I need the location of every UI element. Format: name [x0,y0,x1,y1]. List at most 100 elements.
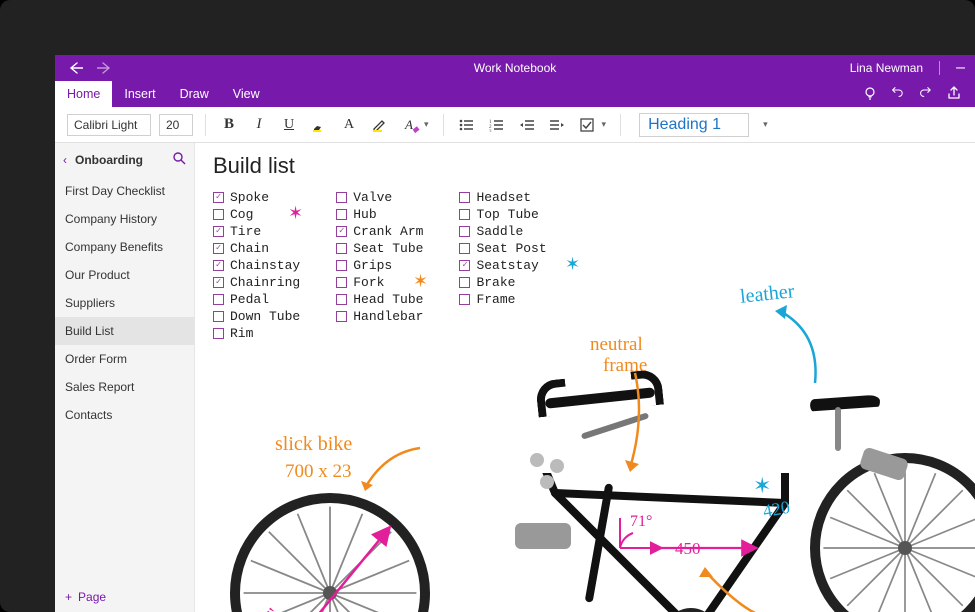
italic-button[interactable]: I [248,114,270,136]
checklist-item[interactable]: Chainstay [213,257,300,274]
add-page-button[interactable]: + Page [55,582,194,612]
checkbox-icon[interactable] [213,209,224,220]
checklist-label: Headset [476,190,531,205]
sidebar-page[interactable]: Suppliers [55,289,194,317]
checkbox-icon[interactable] [336,209,347,220]
checklist-item[interactable]: Pedal [213,291,300,308]
checklist-item[interactable]: Spoke [213,189,300,206]
title-bar: Work Notebook Lina Newman – [55,55,975,81]
sidebar-page[interactable]: Sales Report [55,373,194,401]
checklist-item[interactable]: Hub [336,206,423,223]
checkbox-icon[interactable] [459,226,470,237]
checkbox-icon[interactable] [336,226,347,237]
checklist-item[interactable]: Seatstay [459,257,546,274]
tab-view[interactable]: View [221,81,272,107]
checkbox-icon[interactable] [459,260,470,271]
checklist-item[interactable]: Frame [459,291,546,308]
outdent-button[interactable] [516,114,538,136]
checkbox-icon[interactable] [336,260,347,271]
chevron-down-icon[interactable]: ▾ [602,119,607,130]
checkbox-icon[interactable] [213,328,224,339]
undo-icon[interactable] [891,86,905,103]
checklist-item[interactable]: Fork [336,274,423,291]
add-page-label: Page [78,590,106,604]
checkbox-icon[interactable] [213,192,224,203]
checklist-item[interactable]: Headset [459,189,546,206]
checkbox-icon[interactable] [336,192,347,203]
checkbox-icon[interactable] [213,311,224,322]
sidebar-page[interactable]: Company Benefits [55,233,194,261]
checklist-item[interactable]: Chain [213,240,300,257]
tab-home[interactable]: Home [55,81,112,107]
tab-draw[interactable]: Draw [168,81,221,107]
font-color-button[interactable]: A [338,114,360,136]
font-size-input[interactable]: 20 [159,114,193,136]
checkbox-icon[interactable] [336,294,347,305]
section-back-icon[interactable]: ‹ [63,153,67,167]
style-picker[interactable]: Heading 1 [639,113,749,137]
checkbox-icon[interactable] [336,277,347,288]
tab-insert[interactable]: Insert [112,81,167,107]
page-title[interactable]: Build list [213,153,295,179]
indent-button[interactable] [546,114,568,136]
checklist-item[interactable]: Top Tube [459,206,546,223]
sidebar-page[interactable]: Contacts [55,401,194,429]
todo-tag-button[interactable] [576,114,598,136]
checklist-column: HeadsetTop TubeSaddleSeat PostSeatstayBr… [459,189,546,342]
user-name[interactable]: Lina Newman [850,61,923,75]
search-icon[interactable] [173,152,186,168]
checkbox-icon[interactable] [336,243,347,254]
checklist-item[interactable]: Grips [336,257,423,274]
checklist-item[interactable]: Crank Arm [336,223,423,240]
checkbox-icon[interactable] [459,294,470,305]
redo-icon[interactable] [919,86,933,103]
checklist-item[interactable]: Tire [213,223,300,240]
chevron-down-icon[interactable]: ▾ [424,119,429,130]
share-icon[interactable] [947,86,961,103]
forward-icon[interactable] [97,62,111,74]
bullet-list-button[interactable] [456,114,478,136]
checkbox-icon[interactable] [213,277,224,288]
highlight-button[interactable] [308,114,330,136]
checkbox-icon[interactable] [459,243,470,254]
checklist-item[interactable]: Brake [459,274,546,291]
small-parts [530,453,544,467]
checklist-item[interactable]: Rim [213,325,300,342]
note-canvas[interactable]: Build list SpokeCogTireChainChainstayCha… [195,143,975,612]
lightbulb-icon[interactable] [863,86,877,103]
clear-formatting-button[interactable]: A◆ [398,114,420,136]
checkbox-icon[interactable] [459,209,470,220]
checkbox-icon[interactable] [459,192,470,203]
ink-color-button[interactable] [368,114,390,136]
sidebar-page[interactable]: Order Form [55,345,194,373]
checkbox-icon[interactable] [213,260,224,271]
font-name-input[interactable]: Calibri Light [67,114,151,136]
sidebar-page[interactable]: Build List [55,317,194,345]
checklist-item[interactable]: Handlebar [336,308,423,325]
checkbox-icon[interactable] [459,277,470,288]
bold-button[interactable]: B [218,114,240,136]
checklist-column: ValveHubCrank ArmSeat TubeGripsForkHead … [336,189,423,342]
checkbox-icon[interactable] [213,243,224,254]
number-list-button[interactable]: 123 [486,114,508,136]
sidebar-page[interactable]: Our Product [55,261,194,289]
checklist-item[interactable]: Head Tube [336,291,423,308]
chevron-down-icon[interactable]: ▾ [763,119,768,130]
notebook-title[interactable]: Work Notebook [474,61,556,75]
checklist-item[interactable]: Chainring [213,274,300,291]
sidebar-page[interactable]: Company History [55,205,194,233]
checkbox-icon[interactable] [213,226,224,237]
checklist-region[interactable]: SpokeCogTireChainChainstayChainringPedal… [213,189,547,342]
checklist-item[interactable]: Seat Tube [336,240,423,257]
back-icon[interactable] [69,62,83,74]
sidebar-page[interactable]: First Day Checklist [55,177,194,205]
checklist-item[interactable]: Down Tube [213,308,300,325]
checklist-item[interactable]: Valve [336,189,423,206]
section-title[interactable]: Onboarding [75,153,165,167]
checkbox-icon[interactable] [213,294,224,305]
checklist-item[interactable]: Cog [213,206,300,223]
checklist-item[interactable]: Saddle [459,223,546,240]
checkbox-icon[interactable] [336,311,347,322]
underline-button[interactable]: U [278,114,300,136]
checklist-item[interactable]: Seat Post [459,240,546,257]
